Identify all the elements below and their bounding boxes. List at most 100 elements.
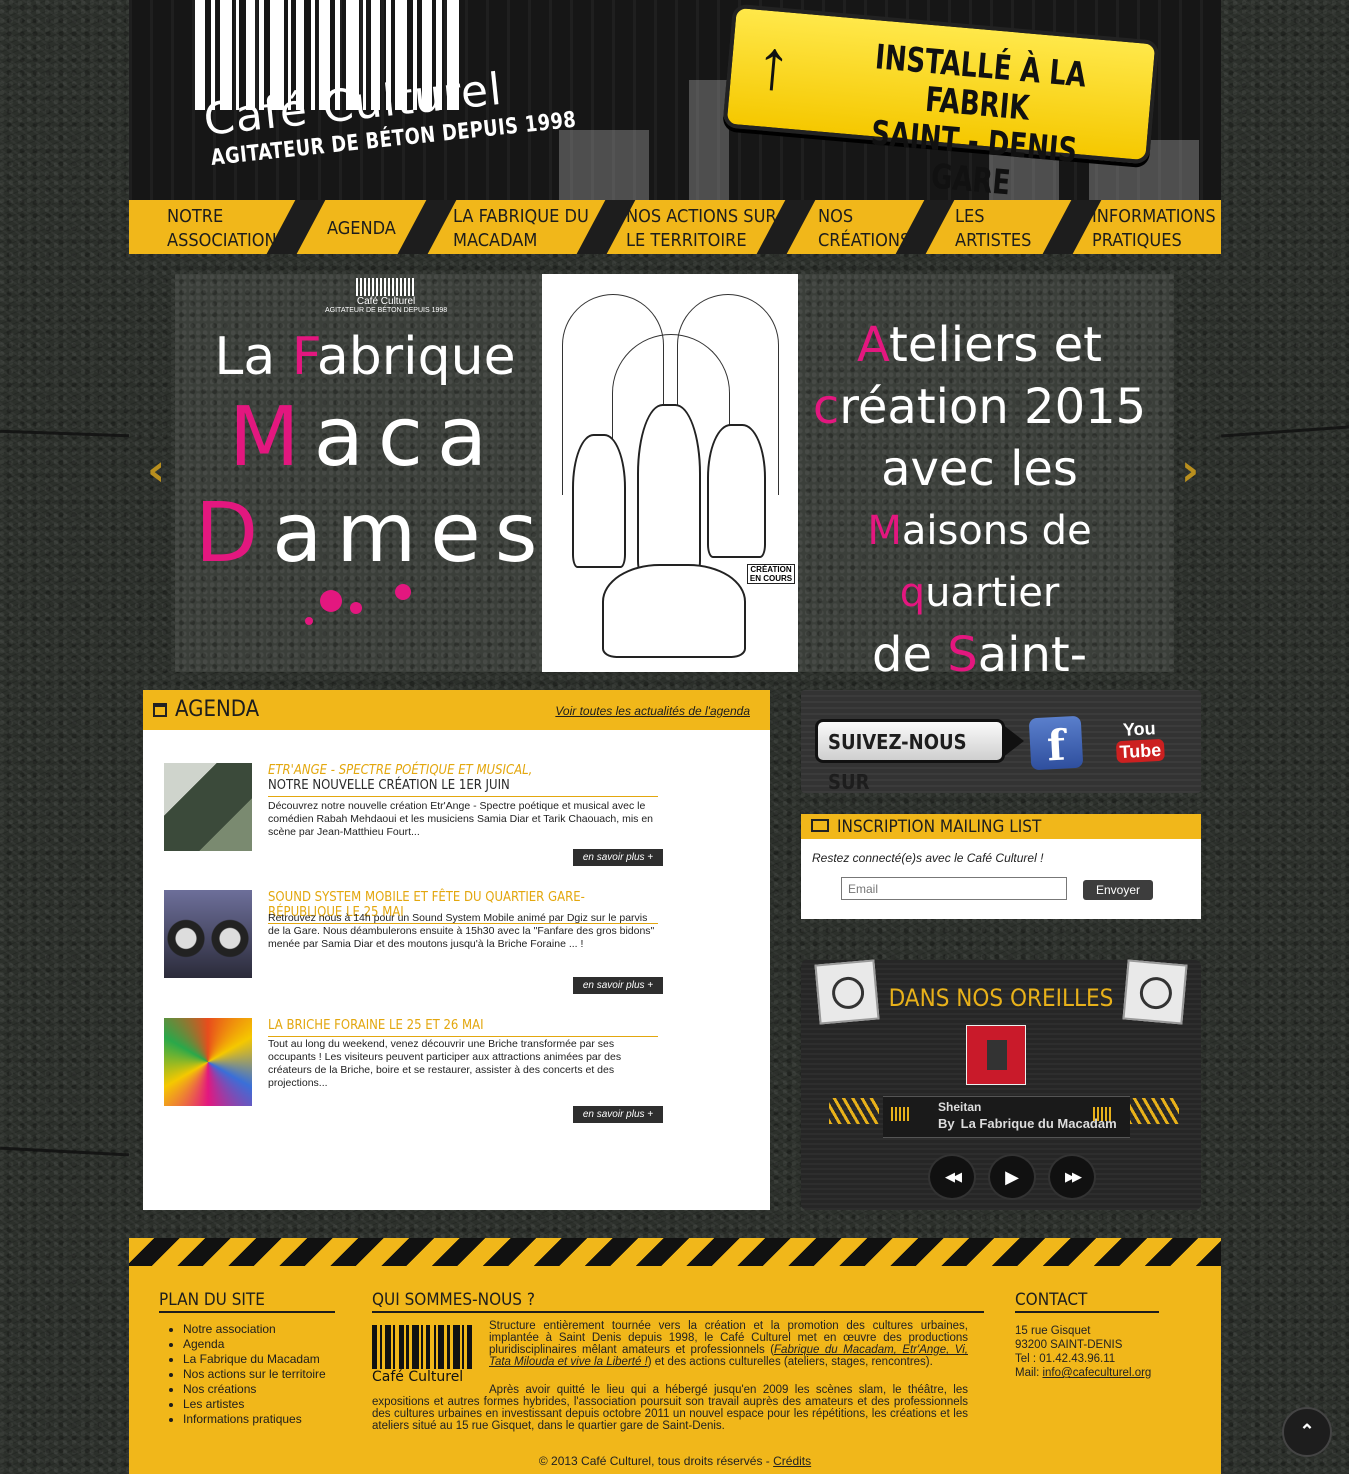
footer-barcode xyxy=(372,1325,480,1369)
sitemap-link[interactable]: Agenda xyxy=(183,1337,326,1352)
sign-text: INSTALLÉ À LA FABRIK SAINT - DENIS GARE xyxy=(834,36,1118,200)
rewind-button[interactable]: ◀◀ xyxy=(930,1156,974,1198)
slide-title-right: Ateliers et création 2015 avec les Maiso… xyxy=(807,314,1152,672)
play-button[interactable]: ▶ xyxy=(990,1156,1034,1198)
mail-label: Mail: xyxy=(1015,1367,1043,1379)
nav-label: LA FABRIQUE DU xyxy=(453,206,589,227)
sitemap-link[interactable]: Les artistes xyxy=(183,1397,326,1412)
follow-us-label: SUIVEZ-NOUS SUR xyxy=(815,719,1024,794)
slide-logo: Café Culturel AGITATEUR DE BÉTON DEPUIS … xyxy=(325,278,447,314)
agenda-item-title[interactable]: ETR'ANGE - SPECTRE POÉTIQUE ET MUSICAL, N… xyxy=(268,763,658,797)
agenda-item-title[interactable]: LA BRICHE FORAINE LE 25 ET 26 MAI xyxy=(268,1018,658,1037)
player-stripes xyxy=(1129,1098,1179,1124)
nav-item-association[interactable]: NOTRE ASSOCIATION xyxy=(167,205,277,253)
facebook-icon[interactable]: f xyxy=(1028,715,1084,770)
nav-item-artistes[interactable]: LES ARTISTES xyxy=(955,205,1031,253)
nav-item-infos[interactable]: INFORMATIONS PRATIQUES xyxy=(1092,205,1216,253)
nav-item-agenda[interactable]: AGENDA xyxy=(327,217,396,241)
address-line: 93200 SAINT-DENIS xyxy=(1015,1339,1123,1351)
nav-label: AGENDA xyxy=(327,218,396,239)
agenda-item-title-line: ETR'ANGE - SPECTRE POÉTIQUE ET MUSICAL, xyxy=(268,763,533,778)
slide-text: c xyxy=(812,379,840,435)
youtube-icon[interactable]: You Tube xyxy=(1113,717,1168,772)
slide-text: abrique xyxy=(316,327,516,387)
nav-item-actions[interactable]: NOS ACTIONS SUR LE TERRITOIRE xyxy=(626,205,777,253)
email-line: Mail: info@cafeculturel.org xyxy=(1015,1366,1151,1380)
sitemap-link[interactable]: Nos créations xyxy=(183,1382,326,1397)
slide-text: La xyxy=(214,327,292,387)
nav-separator xyxy=(397,200,457,254)
figure-drawing xyxy=(572,434,626,568)
artist-name: La Fabrique du Macadam xyxy=(960,1116,1117,1131)
back-to-top-button[interactable]: ⌃ xyxy=(1282,1407,1332,1457)
read-more-button[interactable]: en savoir plus + xyxy=(573,977,663,994)
slider: Café Culturel AGITATEUR DE BÉTON DEPUIS … xyxy=(175,274,1174,672)
agenda-item-desc: Découvrez notre nouvelle création Etr'An… xyxy=(268,800,653,838)
slide-line: avec les xyxy=(881,441,1078,497)
hazard-stripe xyxy=(129,1238,1221,1266)
slide-text: A xyxy=(857,317,890,373)
slide-line: création 2015 xyxy=(807,376,1152,438)
nav-item-creations[interactable]: NOS CRÉATIONS xyxy=(818,205,910,253)
address-line: 15 rue Gisquet xyxy=(1015,1325,1091,1337)
nav-label: LE TERRITOIRE xyxy=(626,230,747,251)
agenda-item-desc: Retrouvez nous à 14h pour un Sound Syste… xyxy=(268,912,655,950)
nav-label: INFORMATIONS xyxy=(1092,206,1216,227)
email-input[interactable] xyxy=(841,877,1067,900)
slide-text: D xyxy=(195,486,273,581)
skyline-building xyxy=(689,80,729,200)
agenda-title: AGENDA xyxy=(175,697,260,722)
nav-label: LES xyxy=(955,206,985,227)
youtube-you-text: You xyxy=(1122,718,1157,740)
slide-line: Dames xyxy=(195,486,537,582)
nav-label: PRATIQUES xyxy=(1092,230,1182,251)
credits-link[interactable]: Crédits xyxy=(773,1454,811,1468)
by-label: By xyxy=(938,1116,955,1131)
skyline-building xyxy=(559,130,649,200)
nav-item-fabrique[interactable]: LA FABRIQUE DU MACADAM xyxy=(453,205,589,253)
footer: PLAN DU SITE Notre association Agenda La… xyxy=(129,1238,1221,1474)
agenda-thumbnail[interactable] xyxy=(164,890,252,978)
agenda-thumbnail[interactable] xyxy=(164,1018,252,1106)
mailing-header: INSCRIPTION MAILING LIST xyxy=(801,814,1201,839)
header: Café Culturel AGITATEUR DE BÉTON DEPUIS … xyxy=(129,0,1221,200)
slider-next-button[interactable]: › xyxy=(1181,445,1199,496)
sitemap-link[interactable]: Nos actions sur le territoire xyxy=(183,1367,326,1382)
bg-crack xyxy=(1221,425,1349,438)
subscribe-button[interactable]: Envoyer xyxy=(1083,880,1153,900)
music-player: DANS NOS OREILLES Sheitan By La Fabrique … xyxy=(801,959,1201,1210)
album-cover xyxy=(966,1025,1026,1085)
slide-text: q xyxy=(899,570,926,616)
track-artist: By La Fabrique du Macadam xyxy=(938,1116,1117,1131)
slide-text: M xyxy=(228,390,314,485)
email-link[interactable]: info@cafeculturel.org xyxy=(1042,1367,1151,1379)
figure-drawing xyxy=(707,424,766,558)
slide-text: F xyxy=(291,327,317,387)
sitemap-link[interactable]: La Fabrique du Macadam xyxy=(183,1352,326,1367)
copyright-text: © 2013 Café Culturel, tous droits réserv… xyxy=(538,1454,774,1468)
slider-prev-button[interactable]: ‹ xyxy=(147,445,165,496)
about-text: ) et des actions culturelles (ateliers, … xyxy=(647,1356,933,1368)
social-panel: SUIVEZ-NOUS SUR f You Tube xyxy=(801,690,1201,794)
sitemap-title: PLAN DU SITE xyxy=(159,1290,335,1313)
nav-label: NOS ACTIONS SUR xyxy=(626,206,777,227)
read-more-button[interactable]: en savoir plus + xyxy=(573,1106,663,1123)
paint-splash-icon xyxy=(195,582,535,642)
phone: Tel : 01.42.43.96.11 xyxy=(1015,1353,1116,1365)
agenda-item-desc: Tout au long du weekend, venez découvrir… xyxy=(268,1038,622,1089)
fast-forward-button[interactable]: ▶▶ xyxy=(1050,1156,1094,1198)
sitemap-link[interactable]: Informations pratiques xyxy=(183,1412,326,1427)
mailing-panel: INSCRIPTION MAILING LIST Restez connecté… xyxy=(801,814,1201,919)
nav-label: CRÉATIONS xyxy=(818,230,911,251)
sitemap-link[interactable]: Notre association xyxy=(183,1322,326,1337)
about-title: QUI SOMMES-NOUS ? xyxy=(372,1290,984,1313)
read-more-button[interactable]: en savoir plus + xyxy=(573,849,663,866)
slide-title-left: La Fabrique Maca Dames xyxy=(195,324,537,642)
agenda-thumbnail[interactable] xyxy=(164,763,252,851)
agenda-panel: AGENDA Voir toutes les actualités de l'a… xyxy=(143,690,770,1210)
nav-label: MACADAM xyxy=(453,230,538,251)
figure-drawing xyxy=(602,564,746,658)
agenda-header: AGENDA Voir toutes les actualités de l'a… xyxy=(143,690,770,730)
agenda-see-all-link[interactable]: Voir toutes les actualités de l'agenda xyxy=(555,704,750,718)
calendar-icon xyxy=(153,703,167,717)
